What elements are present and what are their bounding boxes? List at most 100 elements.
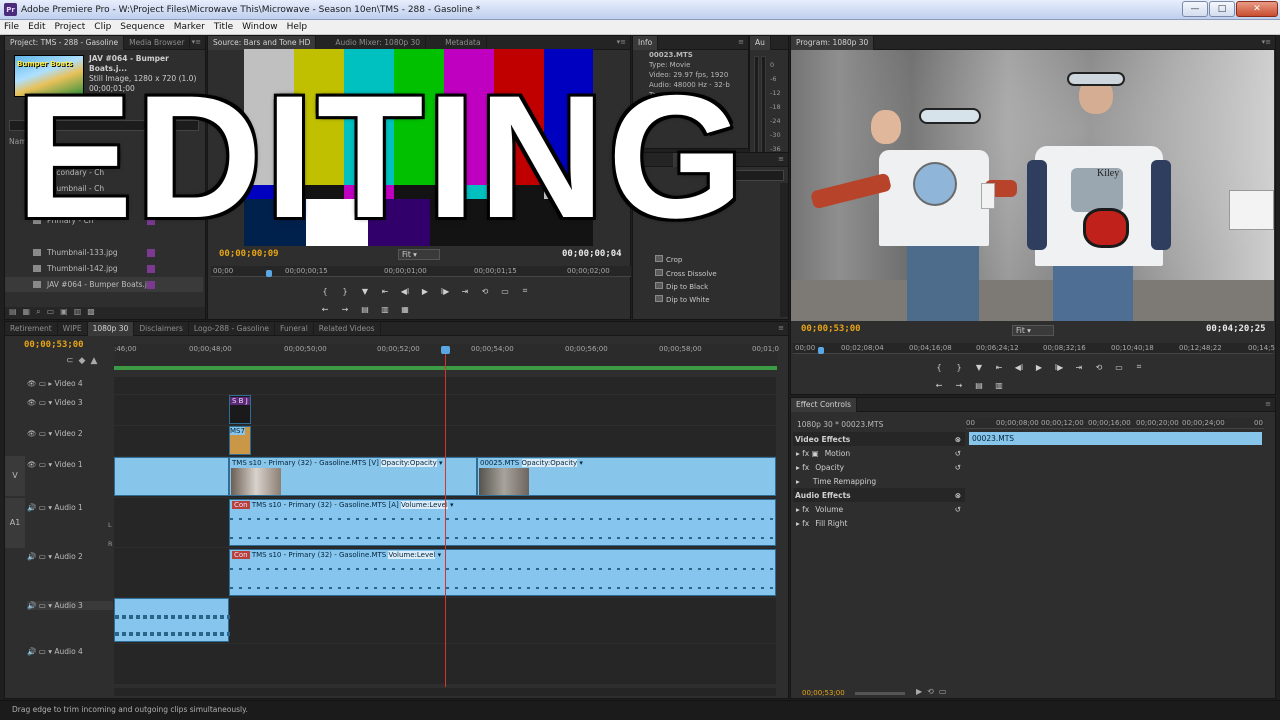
clip-audio-1[interactable]: Con TMS s10 - Primary (32) - Gasoline.MT…	[229, 499, 777, 546]
reset-icon[interactable]: ⊗	[955, 491, 961, 500]
menu-help[interactable]: Help	[287, 22, 308, 32]
reset-icon[interactable]: ↺	[955, 449, 961, 458]
menu-file[interactable]: File	[4, 22, 19, 32]
menu-marker[interactable]: Marker	[174, 22, 205, 32]
playhead-line[interactable]	[445, 347, 446, 687]
go-to-in-icon[interactable]: ⇤	[378, 287, 392, 296]
source-ruler[interactable]: 00;00 00;00;00;15 00;00;01;00 00;00;01;1…	[211, 266, 631, 277]
clip-video-3[interactable]: S B J	[229, 395, 251, 424]
jog-icon[interactable]: ▥	[992, 381, 1006, 390]
fx-volume[interactable]: ▸ fx Volume ↺	[793, 502, 965, 516]
marker-icon[interactable]: ▼	[972, 363, 986, 372]
menu-project[interactable]: Project	[55, 22, 86, 32]
safe-margins-icon[interactable]: ▭	[498, 287, 512, 296]
program-timecode[interactable]: 00;00;53;00	[801, 324, 861, 334]
tab-metadata[interactable]: Metadata	[440, 36, 487, 50]
clip-video-1-main[interactable]: TMS s10 - Primary (32) - Gasoline.MTS [V…	[229, 457, 477, 496]
go-to-in-icon[interactable]: ⇤	[992, 363, 1006, 372]
clip-audio-3[interactable]	[114, 598, 230, 642]
list-item[interactable]: JAV #064 - Bumper Boats.j	[5, 277, 203, 292]
tab-audio-meter[interactable]: Au	[750, 36, 771, 50]
tab-disclaimers[interactable]: Disclaimers	[134, 322, 189, 336]
tab-project[interactable]: Project: TMS - 288 - Gasoline	[5, 36, 125, 50]
play-only-audio-icon[interactable]: ▶	[916, 687, 927, 696]
effect-item-dip-black[interactable]: Dip to Black	[655, 282, 708, 291]
tab-info[interactable]: Info	[633, 36, 659, 50]
audio-target[interactable]: A1	[5, 498, 25, 548]
play-icon[interactable]: ▶	[1032, 363, 1046, 372]
loop-icon[interactable]: ⟲	[1092, 363, 1106, 372]
maximize-button[interactable]: □	[1209, 1, 1235, 17]
play-icon[interactable]: ▶	[418, 287, 432, 296]
export-frame-icon[interactable]: ⌗	[518, 286, 532, 296]
panel-menu-icon[interactable]: ≡	[778, 324, 784, 332]
effect-controls-zoom-slider[interactable]	[855, 692, 905, 695]
effect-item-cross-dissolve[interactable]: Cross Dissolve	[655, 269, 717, 278]
fx-fill-right[interactable]: ▸ fx Fill Right	[793, 516, 965, 530]
extract-icon[interactable]: ⇝	[952, 381, 966, 390]
reset-icon[interactable]: ⊗	[955, 435, 961, 444]
loop-icon[interactable]: ⟲	[927, 687, 939, 696]
tab-audio-mixer[interactable]: Audio Mixer: 1080p 30	[330, 36, 427, 50]
safe-margins-icon[interactable]: ▭	[1112, 363, 1126, 372]
reset-icon[interactable]: ↺	[955, 505, 961, 514]
effect-controls-clip[interactable]: 00023.MTS	[969, 432, 1262, 445]
tab-retirement[interactable]: Retirement	[5, 322, 58, 336]
export-icon[interactable]: ▭	[939, 687, 952, 696]
menu-window[interactable]: Window	[242, 22, 278, 32]
fx-opacity[interactable]: ▸ fx Opacity ↺	[793, 460, 965, 474]
menu-edit[interactable]: Edit	[28, 22, 45, 32]
tab-source[interactable]: Source: Bars and Tone HD	[208, 36, 317, 50]
tab-funeral[interactable]: Funeral	[275, 322, 314, 336]
fx-motion[interactable]: ▸ fx ▣ Motion ↺	[793, 446, 965, 460]
trim-icon[interactable]: ▤	[972, 381, 986, 390]
list-item[interactable]: Thumbnail-142.jpg	[5, 261, 203, 276]
effect-controls-ruler[interactable]: 00 00;00;08;00 00;00;12;00 00;00;16;00 0…	[966, 418, 1264, 429]
mark-out-icon[interactable]: }	[952, 363, 966, 372]
close-button[interactable]: ✕	[1236, 1, 1278, 17]
insert-icon[interactable]: ⇜	[318, 305, 332, 314]
lift-icon[interactable]: ▦	[398, 305, 412, 314]
menu-clip[interactable]: Clip	[94, 22, 111, 32]
panel-menu-icon[interactable]: ≡	[738, 38, 744, 46]
go-to-out-icon[interactable]: ⇥	[1072, 363, 1086, 372]
panel-menu-icon[interactable]: ▾≡	[617, 38, 626, 46]
fx-time-remapping[interactable]: ▸ Time Remapping	[793, 474, 965, 488]
export-frame-icon[interactable]: ⌗	[1132, 362, 1146, 372]
clip-video-1-pre[interactable]	[114, 457, 229, 496]
go-to-out-icon[interactable]: ⇥	[458, 287, 472, 296]
panel-menu-icon[interactable]: ▾≡	[1262, 38, 1271, 46]
reset-icon[interactable]: ↺	[955, 463, 961, 472]
mark-in-icon[interactable]: {	[318, 287, 332, 296]
snap-icon[interactable]: ⊂	[66, 356, 79, 366]
menu-sequence[interactable]: Sequence	[120, 22, 164, 32]
program-playhead-icon[interactable]	[818, 347, 824, 354]
effect-item-crop[interactable]: Crop	[655, 255, 682, 264]
loop-icon[interactable]: ⟲	[478, 287, 492, 296]
mark-in-icon[interactable]: {	[932, 363, 946, 372]
panel-menu-icon[interactable]: ≡	[1265, 400, 1271, 408]
timeline-scrollbar[interactable]	[114, 688, 776, 696]
menu-title[interactable]: Title	[214, 22, 233, 32]
add-marker-icon[interactable]: ▲	[90, 356, 102, 366]
tab-media-browser[interactable]: Media Browser	[124, 36, 191, 50]
step-forward-icon[interactable]: I▶	[438, 287, 452, 296]
jog-icon[interactable]: ▤	[358, 305, 372, 314]
step-back-icon[interactable]: ◀I	[398, 287, 412, 296]
trim-icon[interactable]: ▥	[378, 305, 392, 314]
mark-out-icon[interactable]: }	[338, 287, 352, 296]
step-forward-icon[interactable]: I▶	[1052, 363, 1066, 372]
minimize-button[interactable]: —	[1182, 1, 1208, 17]
tab-logo[interactable]: Logo-288 - Gasoline	[189, 322, 275, 336]
overwrite-icon[interactable]: ⇝	[338, 305, 352, 314]
effect-item-dip-white[interactable]: Dip to White	[655, 295, 710, 304]
tab-1080p30[interactable]: 1080p 30	[87, 322, 135, 336]
program-fit-select[interactable]: Fit ▾	[1012, 325, 1054, 336]
marker-icon[interactable]: ◆	[79, 356, 91, 366]
clip-audio-2[interactable]: Con TMS s10 - Primary (32) - Gasoline.MT…	[229, 549, 777, 596]
effect-controls-timecode[interactable]: 00;00;53;00	[802, 689, 845, 697]
tab-program[interactable]: Program: 1080p 30	[791, 36, 875, 50]
video-target[interactable]: V	[5, 456, 25, 496]
tab-effect-controls[interactable]: Effect Controls	[791, 398, 857, 412]
panel-menu-icon[interactable]: ▾≡	[192, 38, 201, 46]
